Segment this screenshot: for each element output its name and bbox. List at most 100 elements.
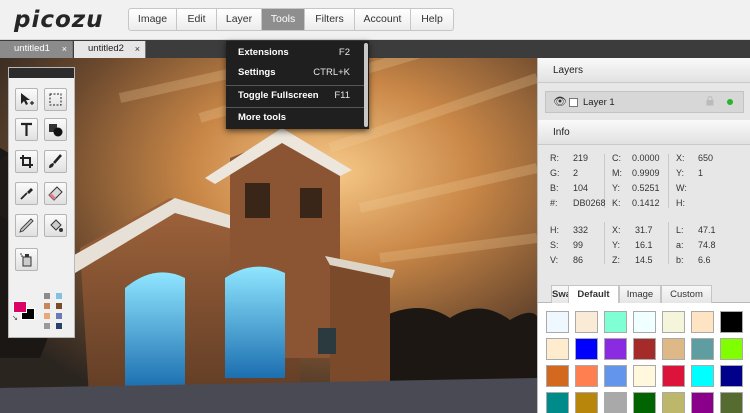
color-swatch[interactable] bbox=[691, 311, 714, 333]
menu-edit[interactable]: Edit bbox=[177, 9, 217, 30]
color-swatch[interactable] bbox=[720, 338, 743, 360]
color-swatch[interactable] bbox=[633, 338, 656, 360]
lock-icon[interactable] bbox=[706, 96, 714, 106]
info-panel-header[interactable]: Info bbox=[538, 120, 750, 145]
fill-bucket-icon bbox=[50, 219, 63, 232]
color-swatch[interactable] bbox=[604, 311, 627, 333]
move-tool-button[interactable] bbox=[15, 88, 38, 111]
info-label: B: bbox=[550, 183, 559, 193]
info-value: 0.5251 bbox=[632, 183, 660, 193]
info-value: 219 bbox=[573, 153, 589, 163]
color-swatch[interactable] bbox=[546, 392, 569, 413]
text-tool-button[interactable] bbox=[15, 118, 38, 141]
app-logo[interactable]: picozu bbox=[14, 7, 104, 33]
menu-item-toggle-fullscreen[interactable]: Toggle Fullscreen F11 bbox=[226, 85, 364, 106]
tab-custom[interactable]: Custom bbox=[661, 285, 712, 303]
color-swatch[interactable] bbox=[662, 311, 685, 333]
color-swatch[interactable] bbox=[546, 338, 569, 360]
menu-image[interactable]: Image bbox=[129, 9, 177, 30]
color-swatch[interactable] bbox=[691, 365, 714, 387]
close-icon[interactable]: × bbox=[62, 41, 67, 57]
info-value: 16.1 bbox=[635, 240, 653, 250]
swap-colors-icon[interactable]: ↘ bbox=[12, 314, 18, 322]
info-label: Y: bbox=[612, 240, 621, 250]
info-label: X: bbox=[676, 153, 685, 163]
foreground-color-swatch[interactable] bbox=[13, 301, 27, 313]
info-value: 0.0000 bbox=[632, 153, 660, 163]
document-tab-strip: untitled1 × untitled2 × bbox=[0, 40, 750, 58]
eye-icon[interactable]: 👁 bbox=[553, 95, 567, 108]
info-label: H: bbox=[550, 225, 559, 235]
doc-tab-untitled1[interactable]: untitled1 × bbox=[0, 41, 73, 58]
brush-tool-icon bbox=[49, 154, 62, 168]
color-swatch[interactable] bbox=[662, 392, 685, 413]
color-swatch[interactable] bbox=[720, 311, 743, 333]
mini-palette-color[interactable] bbox=[44, 303, 50, 309]
color-swatch[interactable] bbox=[575, 365, 598, 387]
color-swatch[interactable] bbox=[546, 311, 569, 333]
color-swatch[interactable] bbox=[662, 365, 685, 387]
color-swatch[interactable] bbox=[662, 338, 685, 360]
doc-tab-untitled2[interactable]: untitled2 × bbox=[74, 41, 146, 58]
color-swatch[interactable] bbox=[633, 392, 656, 413]
menu-filters[interactable]: Filters bbox=[305, 9, 355, 30]
menu-item-settings[interactable]: Settings CTRL+K bbox=[226, 62, 364, 83]
marquee-tool-button[interactable] bbox=[44, 88, 67, 111]
spray-tool-button[interactable] bbox=[15, 248, 38, 271]
color-swatch[interactable] bbox=[604, 338, 627, 360]
brush-tool-button[interactable] bbox=[44, 150, 67, 173]
info-value: 2 bbox=[573, 168, 579, 178]
color-swatch[interactable] bbox=[604, 392, 627, 413]
color-swatch[interactable] bbox=[720, 365, 743, 387]
menu-item-more-tools[interactable]: More tools bbox=[226, 107, 364, 128]
menu-scrollbar[interactable] bbox=[364, 43, 368, 127]
info-value: 99 bbox=[573, 240, 584, 250]
marquee-select-icon bbox=[49, 93, 62, 106]
mini-palette-color[interactable] bbox=[44, 313, 50, 319]
crop-tool-button[interactable] bbox=[15, 150, 38, 173]
color-swatch[interactable] bbox=[691, 392, 714, 413]
color-swatch[interactable] bbox=[575, 392, 598, 413]
pencil-tool-button[interactable] bbox=[15, 214, 38, 237]
menu-tools[interactable]: Tools bbox=[262, 9, 305, 30]
doc-tab-label: untitled1 bbox=[14, 43, 50, 54]
info-value: 47.1 bbox=[698, 225, 716, 235]
tool-palette-handle[interactable] bbox=[9, 68, 74, 78]
tab-default[interactable]: Default bbox=[568, 285, 619, 304]
fill-tool-button[interactable] bbox=[44, 214, 67, 237]
color-swatch[interactable] bbox=[604, 365, 627, 387]
eraser-tool-button[interactable] bbox=[44, 182, 67, 205]
menu-help[interactable]: Help bbox=[411, 9, 453, 30]
info-label: H: bbox=[676, 198, 685, 208]
layer-row[interactable]: 👁 Layer 1 bbox=[545, 91, 744, 113]
color-swatch[interactable] bbox=[546, 365, 569, 387]
text-tool-icon bbox=[21, 122, 32, 136]
info-label: X: bbox=[612, 225, 621, 235]
color-swatch[interactable] bbox=[575, 338, 598, 360]
menu-layer[interactable]: Layer bbox=[217, 9, 262, 30]
close-icon[interactable]: × bbox=[135, 41, 140, 57]
menu-item-extensions[interactable]: Extensions F2 bbox=[226, 42, 364, 63]
color-swatch[interactable] bbox=[633, 365, 656, 387]
info-label: Z: bbox=[612, 255, 620, 265]
color-swatch[interactable] bbox=[575, 311, 598, 333]
layer-thumbnail bbox=[569, 98, 578, 107]
shape-tool-button[interactable] bbox=[44, 118, 67, 141]
info-panel: R: 219 G: 2 B: 104 #: DB0268 C: 0.0000 M… bbox=[538, 152, 750, 280]
mini-palette-color[interactable] bbox=[44, 293, 50, 299]
layers-panel-header[interactable]: Layers bbox=[538, 58, 750, 83]
info-label: #: bbox=[550, 198, 558, 208]
info-value: 0.1412 bbox=[632, 198, 660, 208]
menu-item-label: More tools bbox=[238, 112, 287, 123]
color-swatch[interactable] bbox=[633, 311, 656, 333]
mini-palette-color[interactable] bbox=[56, 303, 62, 309]
mini-palette-color[interactable] bbox=[56, 293, 62, 299]
mini-palette-color[interactable] bbox=[44, 323, 50, 329]
menu-account[interactable]: Account bbox=[355, 9, 411, 30]
mini-palette-color[interactable] bbox=[56, 313, 62, 319]
eyedropper-tool-button[interactable] bbox=[15, 182, 38, 205]
mini-palette-color[interactable] bbox=[56, 323, 62, 329]
color-swatch[interactable] bbox=[691, 338, 714, 360]
color-swatch[interactable] bbox=[720, 392, 743, 413]
tab-image[interactable]: Image bbox=[619, 285, 661, 303]
